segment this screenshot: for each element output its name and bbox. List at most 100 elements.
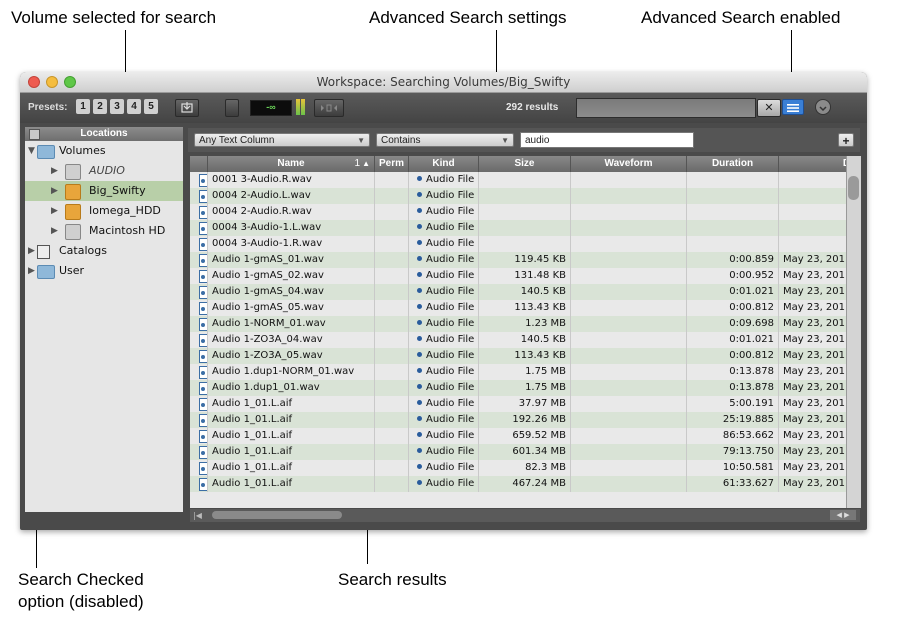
cell-name: Audio 1.dup1-NORM_01.wav	[208, 364, 375, 380]
table-row[interactable]: 0004 2-Audio.R.wav Audio File	[190, 204, 846, 220]
add-criteria-button[interactable]: +	[838, 133, 854, 148]
cell-waveform	[571, 172, 687, 188]
table-row[interactable]: Audio 1-gmAS_01.wav Audio File 119.45 KB 0:…	[190, 252, 846, 268]
window-title: Workspace: Searching Volumes/Big_Swifty	[316, 75, 571, 89]
audio-file-icon	[199, 318, 207, 331]
table-row[interactable]: Audio 1-gmAS_04.wav Audio File 140.5 KB 0:0…	[190, 284, 846, 300]
options-menu-button[interactable]	[815, 99, 831, 115]
preset-2-button[interactable]: 2	[93, 99, 107, 114]
cell-kind: Audio File	[409, 412, 479, 428]
advanced-search-button[interactable]	[782, 99, 804, 115]
cell-waveform	[571, 300, 687, 316]
table-row[interactable]: Audio 1-NORM_01.wav Audio File 1.23 MB 0:09…	[190, 316, 846, 332]
transport-nudge-button[interactable]	[314, 99, 344, 117]
disclosure-triangle-icon[interactable]: ▶	[51, 221, 58, 241]
table-row[interactable]: Audio 1.dup1_01.wav Audio File 1.75 MB 0:13…	[190, 380, 846, 396]
cancel-search-button[interactable]: ✕	[757, 99, 781, 117]
operator-select-label: Contains	[381, 135, 421, 146]
cell-kind-label: Audio File	[426, 478, 475, 489]
sidebar-item-macintosh-hd[interactable]: ▶ Macintosh HD	[25, 221, 183, 241]
presets-label: Presets:	[28, 102, 68, 113]
cell-size	[479, 172, 571, 188]
sidebar-item-catalogs[interactable]: ▶ Catalogs	[25, 241, 183, 261]
cell-size	[479, 188, 571, 204]
search-field[interactable]	[576, 98, 756, 118]
cell-duration: 0:13.878	[687, 380, 779, 396]
cell-kind: Audio File	[409, 348, 479, 364]
preset-3-button[interactable]: 3	[110, 99, 124, 114]
cell-perm	[375, 236, 409, 252]
sidebar-item-iomega-hdd[interactable]: ▶ Iomega_HDD	[25, 201, 183, 221]
cell-date: May 23, 201	[779, 380, 846, 396]
column-header-date[interactable]: Dat	[779, 156, 846, 172]
search-query-input[interactable]: audio	[520, 132, 694, 148]
cell-kind-label: Audio File	[426, 350, 475, 361]
cell-size: 659.52 MB	[479, 428, 571, 444]
cell-size: 1.23 MB	[479, 316, 571, 332]
file-icon-cell	[190, 364, 208, 380]
sidebar-item-volumes[interactable]: ▼ Volumes	[25, 141, 183, 161]
table-row[interactable]: Audio 1_01.L.aif Audio File 659.52 MB 86:53…	[190, 428, 846, 444]
column-header-name[interactable]: Name 1 ▲	[208, 156, 375, 172]
disclosure-triangle-icon[interactable]: ▶	[51, 161, 58, 181]
folder-icon	[37, 265, 55, 279]
cell-duration: 0:00.952	[687, 268, 779, 284]
table-row[interactable]: 0001 3-Audio.R.wav Audio File	[190, 172, 846, 188]
column-header-waveform[interactable]: Waveform	[571, 156, 687, 172]
cell-date: May 23, 201	[779, 476, 846, 492]
column-header-perm[interactable]: Perm	[375, 156, 409, 172]
preset-4-button[interactable]: 4	[127, 99, 141, 114]
sidebar-item-label: Big_Swifty	[89, 184, 146, 197]
sidebar-item-label: Iomega_HDD	[89, 204, 161, 217]
audio-file-icon	[199, 350, 207, 363]
preset-1-button[interactable]: 1	[76, 99, 90, 114]
preset-5-button[interactable]: 5	[144, 99, 158, 114]
table-row[interactable]: 0004 3-Audio-1.R.wav Audio File	[190, 236, 846, 252]
column-header-kind[interactable]: Kind	[409, 156, 479, 172]
table-row[interactable]: Audio 1-gmAS_02.wav Audio File 131.48 KB 0:…	[190, 268, 846, 284]
table-row[interactable]: Audio 1_01.L.aif Audio File 82.3 MB 10:50.5…	[190, 460, 846, 476]
table-row[interactable]: Audio 1_01.L.aif Audio File 467.24 MB 61:33…	[190, 476, 846, 492]
disclosure-triangle-icon[interactable]: ▶	[51, 201, 58, 221]
operator-select[interactable]: Contains ▼	[376, 133, 514, 147]
disclosure-triangle-icon[interactable]: ▼	[28, 141, 35, 161]
chevron-down-icon: ▼	[357, 136, 365, 145]
disclosure-triangle-icon[interactable]: ▶	[28, 261, 35, 281]
scroll-arrows-icon[interactable]: ◀ ▶	[830, 510, 856, 520]
audition-toggle[interactable]	[225, 99, 239, 117]
sidebar-item-user[interactable]: ▶ User	[25, 261, 183, 281]
cell-date: May 23, 201	[779, 348, 846, 364]
horizontal-scroll-thumb[interactable]	[212, 511, 342, 519]
sidebar-item-big-swifty[interactable]: ▶ Big_Swifty	[25, 181, 183, 201]
vertical-scrollbar[interactable]	[846, 156, 861, 508]
table-row[interactable]: Audio 1_01.L.aif Audio File 601.34 MB 79:13…	[190, 444, 846, 460]
kind-bullet-icon	[417, 448, 422, 453]
table-row[interactable]: Audio 1-ZO3A_05.wav Audio File 113.43 KB 0:…	[190, 348, 846, 364]
cell-perm	[375, 396, 409, 412]
sidebar-item-label: Macintosh HD	[89, 224, 166, 237]
table-row[interactable]: Audio 1-ZO3A_04.wav Audio File 140.5 KB 0:0…	[190, 332, 846, 348]
title-bar[interactable]: Workspace: Searching Volumes/Big_Swifty	[20, 72, 867, 93]
disclosure-triangle-icon[interactable]: ▶	[28, 241, 35, 261]
cell-kind-label: Audio File	[426, 414, 475, 425]
sidebar-item-audio[interactable]: ▶ AUDIO	[25, 161, 183, 181]
cell-waveform	[571, 348, 687, 364]
table-row[interactable]: Audio 1-gmAS_05.wav Audio File 113.43 KB 0:…	[190, 300, 846, 316]
audition-volume-meter[interactable]: -∞	[250, 100, 292, 116]
column-select[interactable]: Any Text Column ▼	[194, 133, 370, 147]
column-header-duration[interactable]: Duration	[687, 156, 779, 172]
horizontal-scrollbar[interactable]: |◀ ◀ ▶	[190, 509, 860, 522]
scroll-thumb[interactable]	[848, 176, 859, 200]
disclosure-triangle-icon[interactable]: ▶	[51, 181, 58, 201]
table-row[interactable]: Audio 1_01.L.aif Audio File 192.26 MB 25:19…	[190, 412, 846, 428]
import-button[interactable]	[175, 99, 199, 117]
cell-kind: Audio File	[409, 236, 479, 252]
column-header-size[interactable]: Size	[479, 156, 571, 172]
table-row[interactable]: Audio 1.dup1-NORM_01.wav Audio File 1.75 M…	[190, 364, 846, 380]
cell-waveform	[571, 268, 687, 284]
sidebar-item-label: User	[59, 264, 85, 277]
table-row[interactable]: 0004 3-Audio-1.L.wav Audio File	[190, 220, 846, 236]
table-row[interactable]: Audio 1_01.L.aif Audio File 37.97 MB 5:00.1…	[190, 396, 846, 412]
table-row[interactable]: 0004 2-Audio.L.wav Audio File	[190, 188, 846, 204]
scroll-left-arrow-icon[interactable]: |◀	[193, 511, 202, 520]
